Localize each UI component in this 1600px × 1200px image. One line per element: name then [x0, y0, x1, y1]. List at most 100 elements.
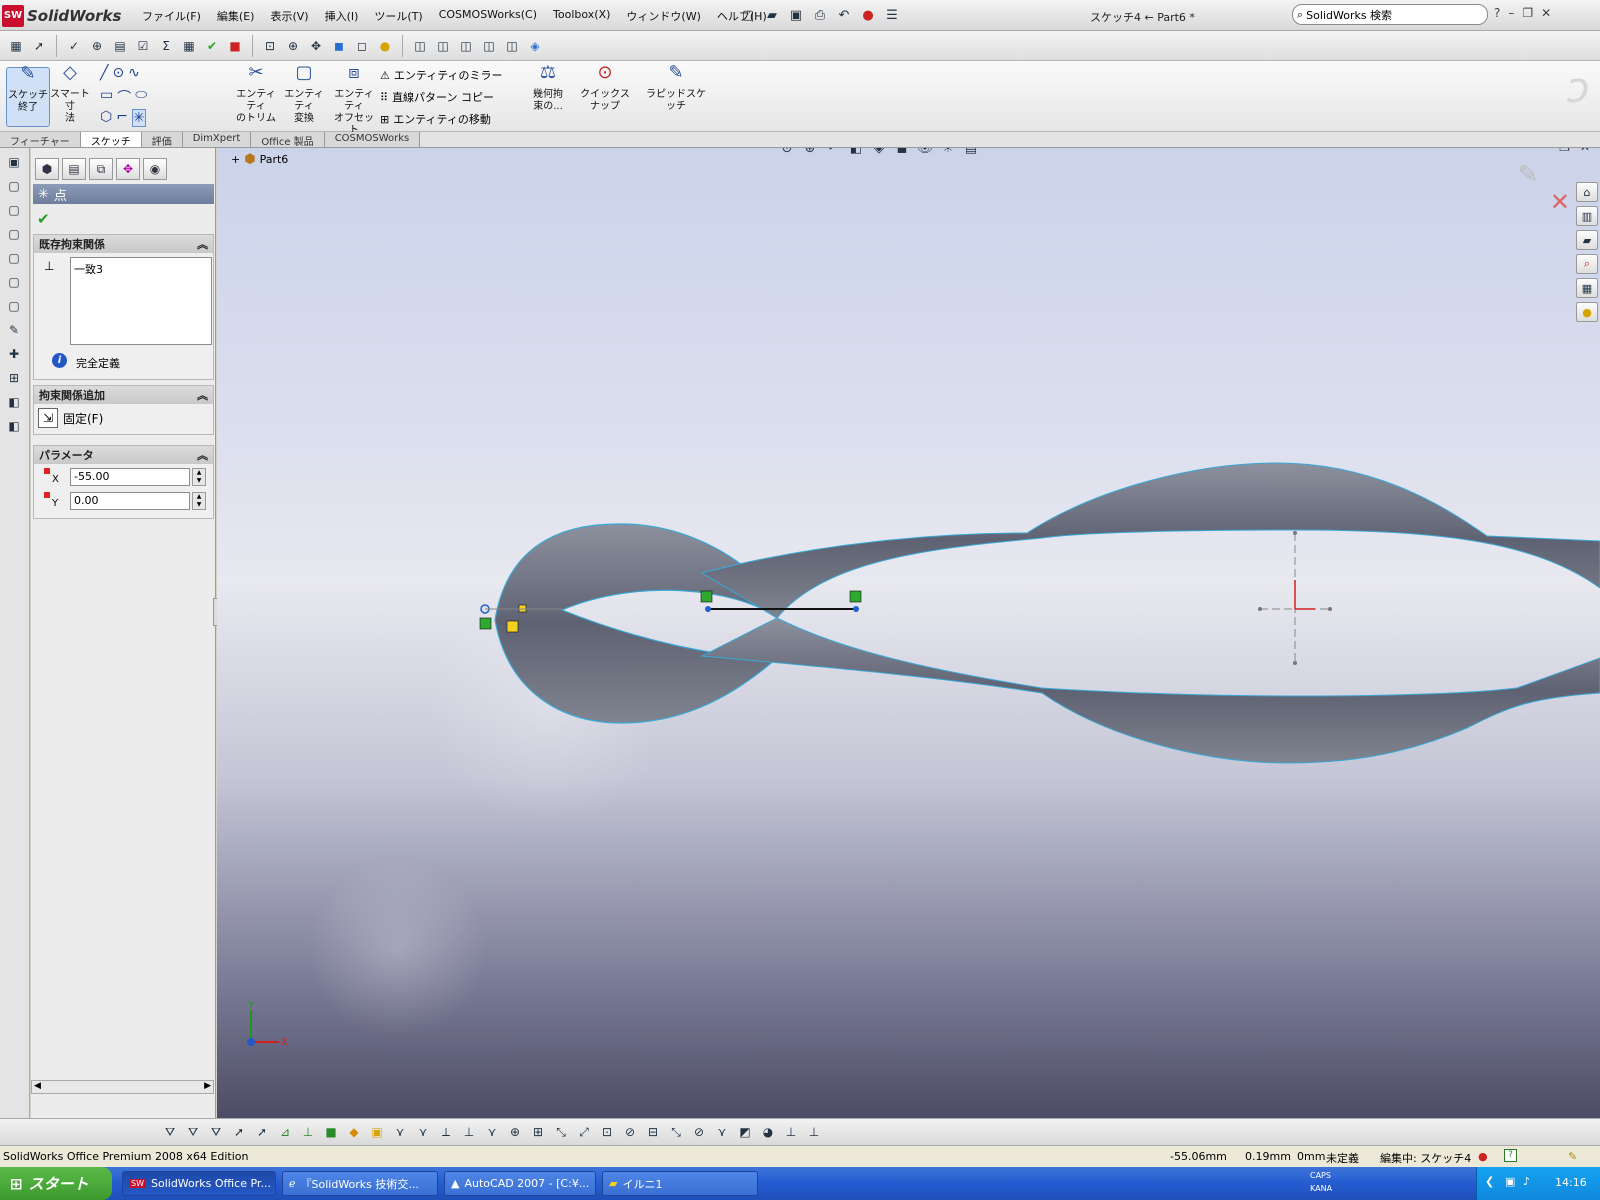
- back-view-icon[interactable]: ◫: [433, 36, 453, 56]
- minimize-icon[interactable]: –: [1508, 6, 1514, 20]
- solidworks-logo[interactable]: SW SolidWorks: [2, 3, 126, 28]
- tag-icon[interactable]: ✎: [1568, 1150, 1577, 1163]
- twisted-surface-lower[interactable]: [700, 617, 1600, 764]
- relation-4-icon[interactable]: ◆: [344, 1122, 364, 1142]
- parameters-header[interactable]: パラメータ ︽: [34, 446, 213, 464]
- dimxpert-tab-icon[interactable]: ✥: [116, 158, 140, 180]
- stop-icon[interactable]: ■: [225, 36, 245, 56]
- table-icon[interactable]: ▦: [179, 36, 199, 56]
- scroll-right-icon[interactable]: ▶: [204, 1081, 211, 1091]
- rapid-sketch-button[interactable]: ✎ ラピッドスケッチ: [644, 64, 708, 113]
- tab-sketch[interactable]: スケッチ: [80, 132, 142, 148]
- iso-view-icon[interactable]: ◈: [525, 36, 545, 56]
- relation-7-icon[interactable]: ⋎: [413, 1122, 433, 1142]
- relation-11-icon[interactable]: ⊕: [505, 1122, 525, 1142]
- search-box[interactable]: ⌕ SolidWorks 検索: [1292, 4, 1488, 25]
- measure-icon[interactable]: ⊕: [87, 36, 107, 56]
- ellipse-icon[interactable]: ⬭: [135, 87, 147, 107]
- rectangle-icon[interactable]: ▭: [100, 87, 113, 107]
- check-icon[interactable]: ☑: [133, 36, 153, 56]
- relation-12-icon[interactable]: ⊞: [528, 1122, 548, 1142]
- fillet-icon[interactable]: ⌐: [116, 109, 128, 127]
- wireframe-icon[interactable]: ◻: [352, 36, 372, 56]
- relation-20-icon[interactable]: ⋎: [712, 1122, 732, 1142]
- network-icon[interactable]: ▣: [1505, 1175, 1515, 1188]
- menu-file[interactable]: ファイル(F): [134, 8, 209, 24]
- tab-dimxpert[interactable]: DimXpert: [182, 132, 252, 147]
- relation-22-icon[interactable]: ◕: [758, 1122, 778, 1142]
- relation-1-icon[interactable]: ⊿: [275, 1122, 295, 1142]
- rebuild-icon[interactable]: ●: [858, 5, 878, 25]
- extrude-icon[interactable]: ▣: [4, 152, 24, 172]
- relation-13-icon[interactable]: ⤡: [551, 1122, 571, 1142]
- ime-indicator[interactable]: CAPS KANA: [1310, 1169, 1332, 1195]
- relation-2-icon[interactable]: ⊥: [298, 1122, 318, 1142]
- coincident-relation-icon[interactable]: [849, 590, 862, 603]
- line-icon[interactable]: ╱: [100, 65, 108, 81]
- arc-icon[interactable]: ⌒: [117, 87, 131, 107]
- collapse-icon[interactable]: ︽: [197, 236, 208, 252]
- menu-toolbox[interactable]: Toolbox(X): [545, 8, 618, 24]
- fix-relation-button[interactable]: ⇲ 固定(F): [38, 408, 103, 428]
- existing-relations-header[interactable]: 既存拘束関係 ︽: [34, 235, 213, 253]
- top-view-icon[interactable]: ◫: [502, 36, 522, 56]
- task-browser[interactable]: ℯ 『SolidWorks 技術交...: [282, 1171, 438, 1196]
- task-folder[interactable]: ▰ イルニ1: [602, 1171, 758, 1196]
- coincident-relation-icon[interactable]: [506, 620, 519, 633]
- relation-17-icon[interactable]: ⊟: [643, 1122, 663, 1142]
- relation-14-icon[interactable]: ⤢: [574, 1122, 594, 1142]
- spell-check-icon[interactable]: ✓: [64, 36, 84, 56]
- property-manager-tab-icon[interactable]: ▤: [62, 158, 86, 180]
- quick-snaps-button[interactable]: ⊙ クイックスナップ: [576, 64, 634, 113]
- y-spinner[interactable]: ▲ ▼: [192, 492, 206, 510]
- left-view-icon[interactable]: ◫: [456, 36, 476, 56]
- add-relations-header[interactable]: 拘束関係追加 ︽: [34, 386, 213, 404]
- twisted-surface-left[interactable]: [494, 523, 779, 724]
- relation-23-icon[interactable]: ⊥: [781, 1122, 801, 1142]
- sketch-endpoint[interactable]: [705, 606, 711, 612]
- filter-face-icon[interactable]: ⛛: [206, 1122, 226, 1142]
- sweep-icon[interactable]: ▢: [4, 200, 24, 220]
- tray-arrow-icon[interactable]: ❮: [1485, 1175, 1494, 1188]
- menu-cosmosworks[interactable]: COSMOSWorks(C): [431, 8, 545, 24]
- edit-sketch-icon[interactable]: ✎: [4, 320, 24, 340]
- relation-18-icon[interactable]: ⤡: [666, 1122, 686, 1142]
- select2-icon[interactable]: ➚: [252, 1122, 272, 1142]
- mirror-entities-button[interactable]: ⚠ エンティティのミラー: [380, 67, 503, 83]
- exit-sketch-button[interactable]: ✎ スケッチ 終了: [6, 65, 50, 127]
- relations-icon[interactable]: ⊞: [4, 368, 24, 388]
- collapse-icon[interactable]: ︽: [197, 387, 208, 403]
- loft-icon[interactable]: ▢: [4, 224, 24, 244]
- help-button[interactable]: ?: [1494, 6, 1500, 20]
- tab-features[interactable]: フィーチャー: [0, 132, 81, 148]
- linear-pattern-button[interactable]: ⠿ 直線パターン コピー: [380, 89, 494, 105]
- menu-edit[interactable]: 編集(E): [209, 8, 263, 24]
- filter-icon[interactable]: ⛛: [160, 1122, 180, 1142]
- right-view-icon[interactable]: ◫: [479, 36, 499, 56]
- fillet-feature-icon[interactable]: ▢: [4, 272, 24, 292]
- front-view-icon[interactable]: ◫: [410, 36, 430, 56]
- zoom-area-icon[interactable]: ⊕: [283, 36, 303, 56]
- circle-icon[interactable]: ⊙: [112, 65, 124, 81]
- task-solidworks[interactable]: SW SolidWorks Office Pr...: [122, 1171, 276, 1196]
- trim-entities-button[interactable]: ✂ エンティティ のトリム: [234, 64, 278, 125]
- polygon-icon[interactable]: ⬡: [100, 109, 112, 127]
- rebuild-light-icon[interactable]: ●: [1478, 1150, 1488, 1163]
- horizontal-scrollbar[interactable]: ◀ ▶: [31, 1080, 214, 1094]
- scroll-left-icon[interactable]: ◀: [34, 1081, 41, 1091]
- display-manager-tab-icon[interactable]: ◉: [143, 158, 167, 180]
- relation-5-icon[interactable]: ▣: [367, 1122, 387, 1142]
- config-manager-tab-icon[interactable]: ⧉: [89, 158, 113, 180]
- x-spinner[interactable]: ▲ ▼: [192, 468, 206, 486]
- model-geometry[interactable]: Y X: [217, 148, 1600, 1118]
- relation-3-icon[interactable]: ■: [321, 1122, 341, 1142]
- open-folder-icon[interactable]: ▰: [762, 5, 782, 25]
- close-icon[interactable]: ✕: [1541, 6, 1551, 20]
- graphics-viewport[interactable]: + ⬢ Part6 ⊙ ⊕ ↶ ◧ ◈ ◼ 👁 ☀ ▤ – ❐ ✕ ✎ ✕ ⌂ …: [217, 148, 1600, 1118]
- relation-15-icon[interactable]: ⊡: [597, 1122, 617, 1142]
- offset-entities-button[interactable]: ⧈ エンティティ オフセット: [330, 64, 378, 137]
- chamfer-icon[interactable]: ▢: [4, 296, 24, 316]
- relation-9-icon[interactable]: ⊥: [459, 1122, 479, 1142]
- print-icon[interactable]: ⎙: [810, 5, 830, 25]
- zoom-fit-icon[interactable]: ⊡: [260, 36, 280, 56]
